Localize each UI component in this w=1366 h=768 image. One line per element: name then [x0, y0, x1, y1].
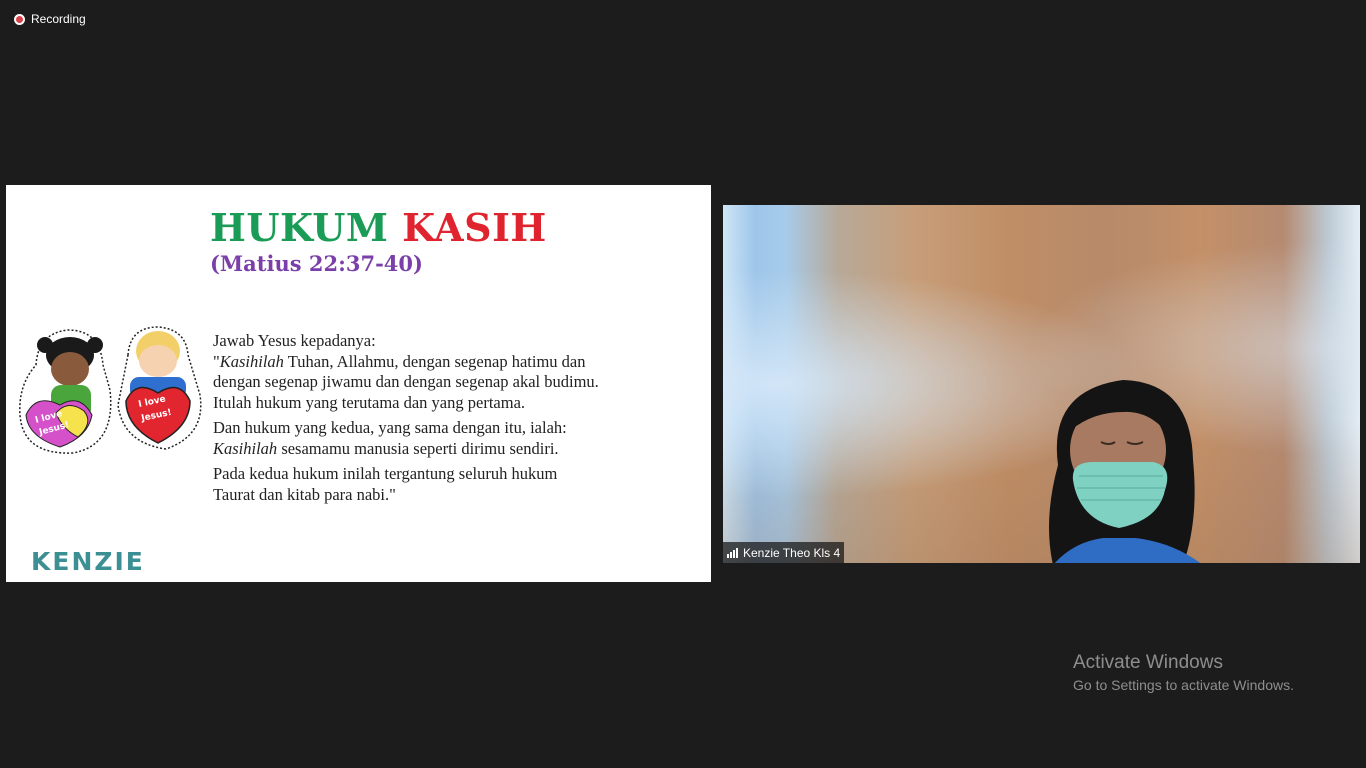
kids-clipart-image: I love Jesus! I love Jesus!	[19, 326, 202, 454]
slide-paragraph-3: Pada kedua hukum inilah tergantung selur…	[213, 464, 558, 504]
activate-windows-subtitle: Go to Settings to activate Windows.	[1073, 677, 1294, 693]
slide-paragraph-1: Jawab Yesus kepadanya: "Kasihilah Tuhan,…	[213, 331, 603, 413]
paragraph-2-rest: sesamamu manusia seperti dirimu sendiri.	[277, 438, 559, 458]
slide-brand: KENZIE	[31, 547, 145, 576]
slide-body: Jawab Yesus kepadanya: "Kasihilah Tuhan,…	[213, 331, 603, 510]
emphasis-kasihilah: Kasihilah	[219, 351, 284, 371]
participant-video-image	[1049, 380, 1201, 563]
emphasis-kasihilah-2: Kasihilah	[213, 438, 278, 458]
slide-title-part1: HUKUM	[210, 205, 389, 250]
slide-reference: (Matius 22:37-40)	[210, 251, 423, 276]
recording-label: Recording	[31, 12, 86, 26]
participant-name: Kenzie Theo Kls 4	[743, 545, 841, 560]
shared-slide: HUKUM KASIH (Matius 22:37-40) I love Jes…	[6, 185, 711, 582]
slide-title: HUKUM KASIH	[210, 205, 547, 250]
paragraph-2-start: Dan hukum yang kedua, yang sama dengan i…	[213, 418, 567, 437]
participant-video-tile[interactable]: Kenzie Theo Kls 4	[723, 205, 1360, 563]
signal-bars-icon	[727, 547, 738, 558]
slide-title-part2: KASIH	[402, 205, 547, 250]
girl-sticker: I love Jesus!	[19, 329, 112, 454]
recording-indicator: Recording	[14, 12, 86, 26]
activate-windows-title: Activate Windows	[1073, 652, 1223, 673]
quote-open: "	[213, 351, 220, 371]
record-icon	[14, 13, 25, 25]
slide-paragraph-2: Dan hukum yang kedua, yang sama dengan i…	[213, 418, 603, 459]
participant-name-tag: Kenzie Theo Kls 4	[723, 542, 845, 563]
boy-sticker: I love Jesus!	[117, 326, 202, 450]
activate-windows-watermark: Activate Windows Go to Settings to activ…	[1073, 652, 1294, 693]
paragraph-intro: Jawab Yesus kepadanya:	[213, 331, 376, 350]
